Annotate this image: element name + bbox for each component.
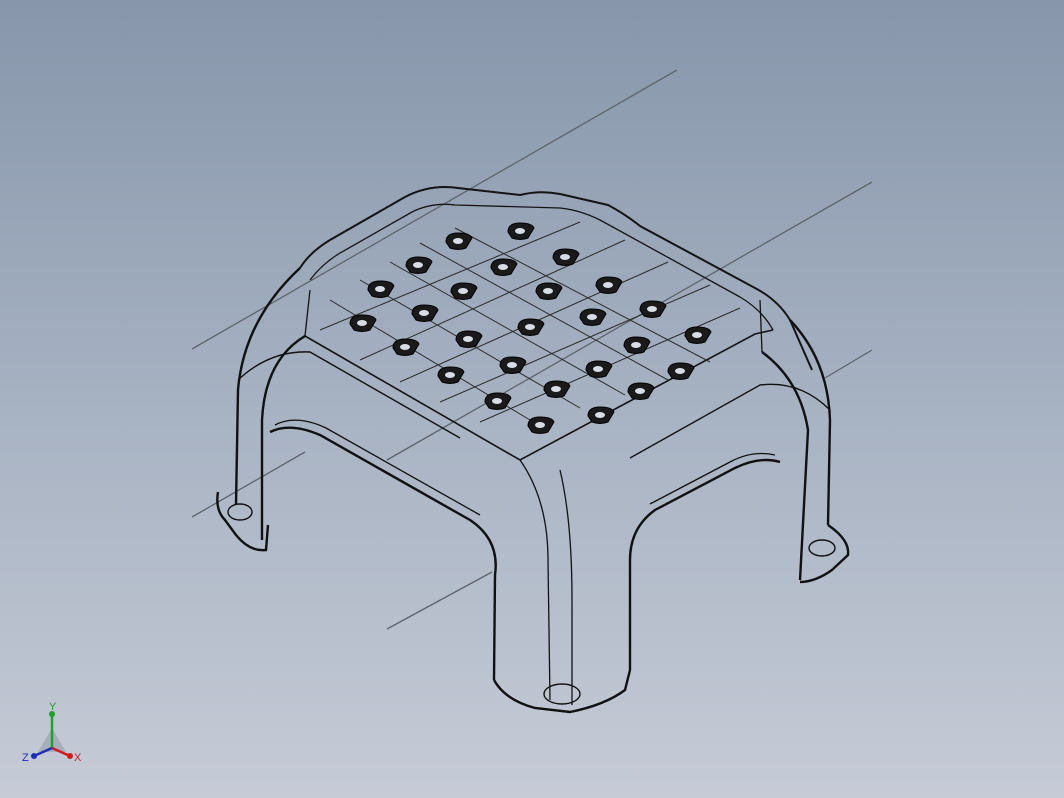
seat-hole-highlight: [515, 228, 525, 234]
seat-hole-highlight: [587, 314, 597, 320]
graphics-viewport[interactable]: Y X Z: [0, 0, 1064, 798]
seat-hole-highlight: [413, 262, 423, 268]
seat-hole-highlight: [507, 362, 517, 368]
seat-hole-highlight: [375, 286, 385, 292]
triad-y-label: Y: [49, 701, 57, 713]
seat-hole-highlight: [463, 336, 473, 342]
front-leg-right-arch: [628, 458, 781, 670]
view-orientation-triad[interactable]: Y X Z: [18, 700, 88, 770]
triad-x-label: X: [74, 752, 82, 764]
left-foot: [216, 491, 270, 552]
right-foot: [799, 524, 850, 584]
seat-hole-highlight: [635, 388, 645, 394]
triad-z-tip: [31, 753, 37, 759]
front-leg-seam: [519, 459, 551, 701]
seat-hole-highlight: [675, 368, 685, 374]
right-foot-pad: [808, 539, 836, 557]
seat-right-corner: [759, 299, 763, 353]
seat-hole-highlight: [543, 288, 553, 294]
seat-top: [299, 186, 813, 461]
seat-hole-highlight: [458, 288, 468, 294]
construction-line: [824, 349, 873, 379]
seat-hole-highlight: [419, 310, 429, 316]
seat-hole-highlight: [535, 422, 545, 428]
right-leg-outer: [789, 319, 832, 526]
construction-line: [386, 181, 873, 461]
construction-line: [191, 451, 306, 518]
front-foot: [492, 669, 632, 714]
seat-hole-highlight: [631, 342, 641, 348]
triad-x-tip: [67, 753, 73, 759]
stool-wireframe-model[interactable]: [0, 0, 1064, 798]
triad-z-label: Z: [22, 752, 29, 764]
left-foot-pad: [227, 503, 253, 521]
seat-hole-highlight: [445, 372, 455, 378]
seat-hole-highlight: [603, 282, 613, 288]
rib: [439, 284, 711, 403]
seat-hole-highlight: [593, 366, 603, 372]
seat-hole-highlight: [492, 398, 502, 404]
seat-hole-highlight: [400, 344, 410, 350]
seat-hole-highlight: [498, 264, 508, 270]
construction-line: [386, 571, 493, 630]
seat-outer-rim: [299, 186, 813, 371]
seat-hole-highlight: [525, 324, 535, 330]
seat-hole-highlight: [453, 238, 463, 244]
seat-left-corner: [304, 289, 311, 337]
right-leg-inner: [761, 351, 810, 581]
front-leg-seam: [559, 469, 573, 705]
seat-hole-highlight: [357, 320, 367, 326]
seat-holes: [349, 222, 712, 434]
construction-lines: [191, 69, 873, 630]
right-side-arch: [629, 383, 831, 459]
seat-front-edge: [304, 329, 774, 461]
seat-inner-rim: [309, 203, 774, 331]
rib: [454, 227, 711, 363]
front-leg-left-arch: [269, 426, 497, 681]
seat-hole-highlight: [647, 306, 657, 312]
left-side-arch: [237, 351, 461, 439]
seat-hole-highlight: [560, 254, 570, 260]
rib: [419, 242, 669, 381]
seat-hole-highlight: [595, 412, 605, 418]
left-leg-inner: [260, 334, 306, 540]
seat-hole-highlight: [692, 332, 702, 338]
seat-hole-highlight: [551, 386, 561, 392]
